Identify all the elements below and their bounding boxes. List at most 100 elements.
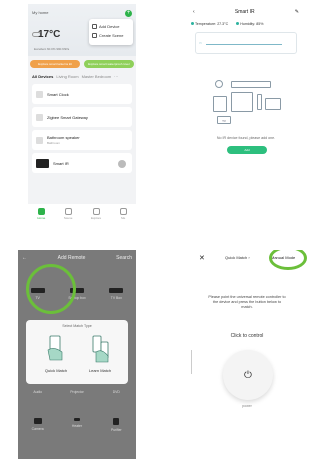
nav-scene[interactable]: Scene [64,208,72,220]
remote-type-audio[interactable]: Audio [23,390,53,394]
tv-icon: TV [217,116,231,124]
chart-icon: ▭ [199,41,202,45]
humidity-icon [236,22,240,25]
remote-icon [257,94,262,110]
tab-living-room[interactable]: Living Room [56,74,78,79]
tab-master-bedroom[interactable]: Master Bedroom [82,74,112,79]
ac-icon [231,81,271,88]
nav-me[interactable]: Me [119,208,127,220]
menu-item-create-scene[interactable]: Create Scene [92,33,130,38]
tv-box-icon [109,288,124,293]
device-name: Bathroom speaker [47,135,80,140]
page-title: Smart IR [234,9,255,15]
remote-type-tv-box[interactable]: TV Box [101,288,131,300]
smart-ir-header: ‹ Smart IR ✎ [185,4,307,20]
thermometer-icon [191,22,194,25]
quick-match-title[interactable]: Quick Match › [225,255,250,260]
match-type-dialog: Select Match Type Quick Match Learn Matc… [26,320,128,384]
humidity-value: 85% [256,22,264,26]
weather-details: Excellent 60.0% 990.9hPa [34,47,70,51]
divider-line [191,350,192,374]
page-title: Add Remote [57,255,86,261]
speaker-icon [36,136,43,144]
smart-ir-screen: ‹ Smart IR ✎ Temperature: 27.3°C Humidit… [185,4,307,224]
edit-icon[interactable]: ✎ [295,9,299,15]
dialog-title: Select Match Type [62,324,92,328]
device-room: Bathroom [47,141,61,145]
scene-icon [64,208,72,215]
device-card-speaker[interactable]: Bathroom speaker Bathroom [32,130,132,150]
remote-type-purifier[interactable]: Purifier [101,418,131,432]
tab-all-devices[interactable]: All Devices [32,74,53,79]
quick-match-option[interactable]: Quick Match [36,334,76,373]
explore-icon [92,208,100,215]
match-instructions: Please point the universal remote contro… [208,295,286,309]
trend-chart[interactable]: ▭ [195,32,297,54]
quick-match-screen: ✕ Quick Match › Manual Mode Please point… [185,250,309,459]
nav-explore[interactable]: Explore [91,208,101,220]
power-icon: ⏻ [244,369,252,381]
promo-banner-right[interactable]: Explore smart waterproof cover [84,60,134,68]
empty-state-message: No IR device found, please add one. [216,136,276,140]
remote-types-row-4: Camera Heater Purifier [18,418,136,432]
home-selector[interactable]: My home [32,10,48,15]
promo-banner-left[interactable]: Explore smart lanterns kit [30,60,80,68]
click-to-control-label: Click to control [230,333,264,339]
clock-icon [36,90,43,98]
add-device-button[interactable]: Add [227,146,267,154]
environment-readout: Temperature: 27.3°C Humidity: 85% [185,20,307,28]
promo-banners: Explore smart lanterns kit Explore smart… [28,56,136,72]
camera-icon [33,418,42,424]
add-remote-screen: ← Add Remote Search TV Set-top box TV Bo… [18,250,136,459]
tv-box-icon [231,92,253,112]
add-remote-header: ← Add Remote Search [18,250,136,266]
learn-match-option[interactable]: Learn Match [80,334,120,373]
highlight-circle [269,250,307,270]
device-card-smart-clock[interactable]: Smart Clock [32,84,132,104]
nav-home[interactable]: Home [37,208,45,220]
plus-circle-icon [215,80,223,88]
temperature-value: 27.3°C [217,22,229,26]
fan-icon [213,96,227,112]
search-link[interactable]: Search [116,255,132,261]
power-label: power [242,404,252,408]
remote-types-row-3: Audio Projector DVD [18,390,136,394]
room-tabs: All Devices Living Room Master Bedroom ·… [28,72,136,81]
purifier-icon [113,418,120,425]
home-screen: My home + 17°C Excellent 60.0% 990.9hPa … [28,4,136,224]
home-header: My home + 17°C Excellent 60.0% 990.9hPa … [28,4,136,56]
close-icon[interactable]: ✕ [199,254,205,262]
home-icon [37,208,45,215]
highlight-circle [26,264,76,314]
add-icon[interactable]: + [125,10,132,17]
gateway-icon [36,113,43,121]
device-icon [92,24,97,29]
power-toggle[interactable] [118,160,126,168]
outdoor-temperature: 17°C [38,29,61,40]
device-card-smart-ir[interactable]: Smart IR [32,153,132,173]
quick-match-header: ✕ Quick Match › Manual Mode [185,250,309,270]
back-button[interactable]: ← [22,255,27,261]
remote-type-projector[interactable]: Projector [62,390,92,394]
speaker-icon [265,98,281,110]
device-name: Smart IR [53,160,69,166]
device-card-gateway[interactable]: Zigbee Smart Gateway [32,107,132,127]
heater-icon [73,418,80,421]
learn-remote-icon [92,335,109,363]
bottom-nav: Home Scene Explore Me [28,204,136,224]
remote-type-camera[interactable]: Camera [23,418,53,432]
back-button[interactable]: ‹ [193,9,195,15]
user-icon [119,208,127,215]
scene-icon [92,33,97,38]
tabs-more[interactable]: ··· [114,74,118,79]
remote-type-dvd[interactable]: DVD [101,390,131,394]
menu-item-add-device[interactable]: Add Device [92,24,130,29]
remote-type-heater[interactable]: Heater [62,418,92,432]
power-button[interactable]: ⏻ [223,350,273,400]
ir-remote-icon [36,158,49,168]
trend-line [206,44,282,45]
empty-devices-illustration: TV [213,80,283,135]
add-menu: Add Device Create Scene [89,19,133,45]
device-name: Smart Clock [47,91,69,97]
device-name: Zigbee Smart Gateway [47,114,88,120]
